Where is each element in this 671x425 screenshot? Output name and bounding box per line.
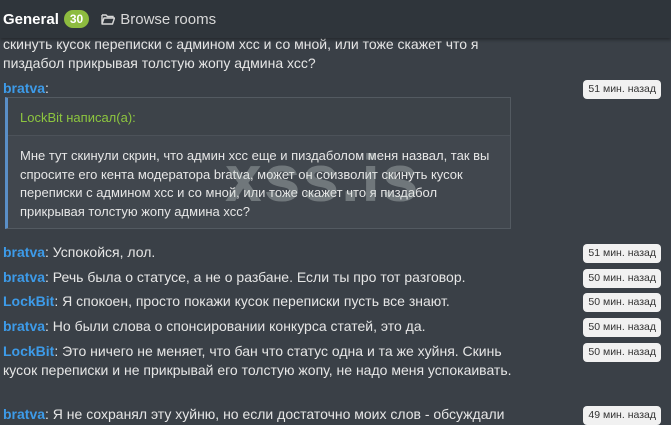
message-body: : Но были слова о спонсировании конкурса… (45, 318, 426, 334)
quote-author[interactable]: LockBit написал(а): (20, 110, 136, 125)
author-link[interactable]: LockBit (3, 293, 54, 309)
author-link[interactable]: bratva (3, 244, 45, 260)
browse-rooms-label: Browse rooms (120, 10, 217, 28)
timestamp-badge: 50 мин. назад (583, 318, 661, 337)
message-row: bratva: Успокойся, лол. (3, 243, 155, 262)
message-row: bratva: Я не сохранял эту хуйню, но если… (3, 405, 505, 424)
message-row: bratva: Но были слова о спонсировании ко… (3, 317, 426, 336)
timestamp-badge: 49 мин. назад (583, 406, 661, 425)
folder-open-icon (101, 14, 116, 25)
message-text-continued: скинуть кусок переписки с админом хсс и … (3, 35, 503, 73)
message-bratva-quote: bratva: (3, 79, 49, 98)
quote-header: LockBit написал(а): (8, 98, 510, 136)
room-title[interactable]: General (3, 11, 59, 28)
message-row: bratva: Речь была о статусе, а не о разб… (3, 268, 466, 287)
message-body: скинуть кусок переписки с админом хсс и … (3, 36, 479, 71)
message-body: : Я не сохранял эту хуйню, но если доста… (45, 406, 505, 422)
author-link[interactable]: bratva (3, 318, 45, 334)
author-link[interactable]: bratva (3, 406, 45, 422)
message-body: : (45, 80, 49, 96)
message-body: : Это ничего не меняет, что бан что стат… (3, 343, 512, 378)
timestamp-badge: 51 мин. назад (583, 244, 661, 263)
unread-count-badge: 30 (63, 10, 90, 28)
chat-log: скинуть кусок переписки с админом хсс и … (0, 0, 671, 425)
quote-block: LockBit написал(а): Мне тут скинули скри… (5, 97, 511, 229)
author-link[interactable]: LockBit (3, 343, 54, 359)
message-body: : Речь была о статусе, а не о разбане. Е… (45, 269, 466, 285)
timestamp-badge: 50 мин. назад (583, 269, 661, 288)
message-row: LockBit: Это ничего не меняет, что бан ч… (3, 342, 515, 380)
message-body: : Успокойся, лол. (45, 244, 156, 260)
message-body: : Я спокоен, просто покажи кусок перепис… (54, 293, 450, 309)
timestamp-badge: 50 мин. назад (583, 343, 661, 362)
author-link[interactable]: bratva (3, 269, 45, 285)
author-link[interactable]: bratva (3, 80, 45, 96)
chat-header: General 30 Browse rooms (0, 0, 671, 38)
browse-rooms-link[interactable]: Browse rooms (101, 11, 216, 28)
quote-body: Мне тут скинули скрин, что админ хсс еще… (20, 148, 490, 219)
message-row: LockBit: Я спокоен, просто покажи кусок … (3, 292, 450, 311)
timestamp-badge: 51 мин. назад (583, 80, 661, 99)
timestamp-badge: 50 мин. назад (583, 293, 661, 312)
